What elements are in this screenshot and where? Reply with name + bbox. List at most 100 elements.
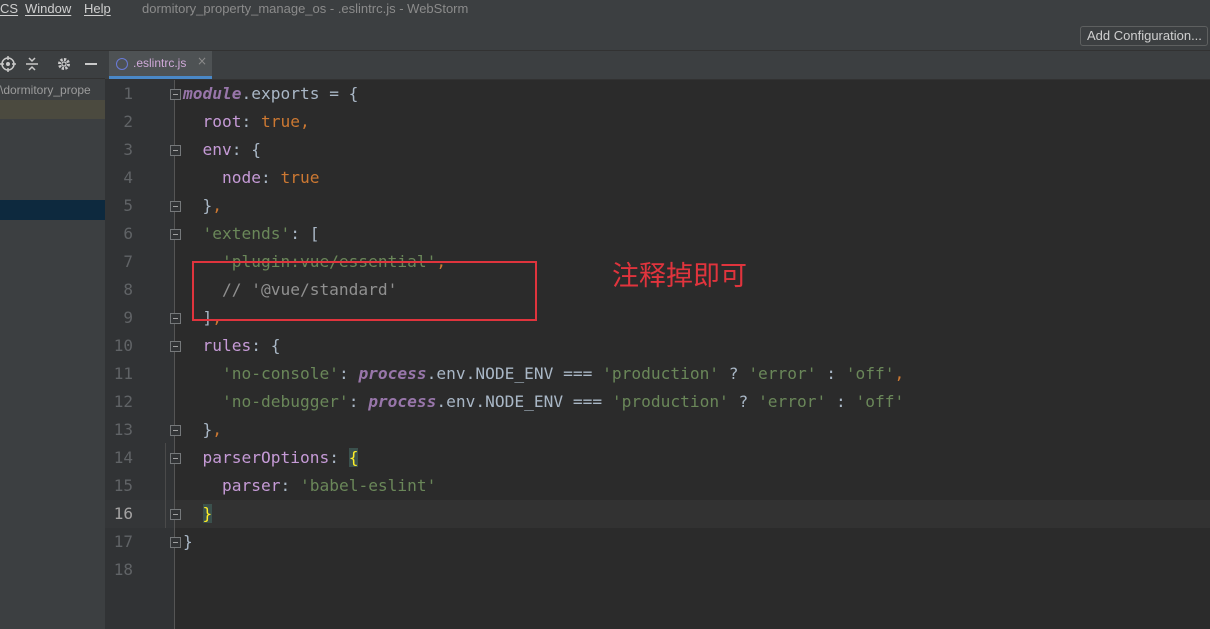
code-token: ,	[212, 196, 222, 215]
code-line[interactable]: }	[183, 528, 193, 556]
fold-toggle-icon[interactable]	[170, 145, 181, 156]
code-token: 'no-console'	[183, 364, 339, 383]
code-token: : {	[231, 140, 261, 159]
tree-item-selected[interactable]	[0, 200, 105, 220]
tab-label: .eslintrc.js	[133, 56, 187, 70]
line-number: 2	[123, 112, 133, 131]
code-token: .env.NODE_ENV ===	[436, 392, 612, 411]
code-line[interactable]: parser: 'babel-eslint'	[183, 472, 436, 500]
code-token: 'babel-eslint'	[299, 476, 437, 495]
main-toolbar: Add Configuration...	[0, 22, 1210, 51]
fold-toggle-icon[interactable]	[170, 341, 181, 352]
code-token: :	[260, 168, 281, 187]
line-number: 5	[123, 196, 133, 215]
code-line[interactable]: env: {	[183, 136, 261, 164]
project-panel: \dormitory_prope	[0, 51, 105, 629]
menu-help[interactable]: Help	[84, 1, 111, 16]
fold-toggle-icon[interactable]	[170, 89, 181, 100]
code-token: }	[183, 196, 213, 215]
annotation-note: 注释掉即可	[612, 261, 747, 292]
target-icon[interactable]	[0, 56, 16, 72]
code-token: ,	[212, 420, 222, 439]
line-number: 6	[123, 224, 133, 243]
line-number: 16	[113, 504, 133, 523]
fold-toggle-icon[interactable]	[170, 313, 181, 324]
code-token: 'off'	[845, 364, 895, 383]
fold-toggle-icon[interactable]	[170, 425, 181, 436]
fold-toggle-icon[interactable]	[170, 537, 181, 548]
code-line[interactable]: 'no-debugger': process.env.NODE_ENV === …	[183, 388, 904, 416]
tree-item-highlighted[interactable]	[0, 100, 105, 119]
window-title: dormitory_property_manage_os - .eslintrc…	[142, 1, 469, 16]
code-token: .exports = {	[241, 84, 359, 103]
code-token: root	[183, 112, 242, 131]
code-line[interactable]: },	[183, 192, 222, 220]
code-token: ,	[299, 112, 310, 131]
code-token: 'error'	[758, 392, 827, 411]
editor-tab-bar: .eslintrc.js ×	[105, 51, 1210, 80]
project-path-label[interactable]: \dormitory_prope	[0, 81, 105, 99]
line-number: 3	[123, 140, 133, 159]
code-token: .env.NODE_ENV ===	[426, 364, 603, 383]
code-token: rules	[183, 336, 252, 355]
code-token: ?	[728, 392, 759, 411]
code-line[interactable]: 'extends': [	[183, 220, 319, 248]
fold-toggle-icon[interactable]	[170, 229, 181, 240]
code-token: 'error'	[748, 364, 817, 383]
code-token: module	[183, 84, 242, 103]
line-number: 18	[113, 560, 133, 579]
annotation-box	[192, 261, 537, 321]
code-token: true	[280, 168, 320, 187]
code-token: ,	[894, 364, 905, 383]
code-token: :	[338, 364, 359, 383]
gear-icon[interactable]	[56, 56, 72, 72]
close-icon[interactable]: ×	[197, 54, 207, 68]
code-line[interactable]: root: true,	[183, 108, 310, 136]
line-number: 17	[113, 532, 133, 551]
code-line[interactable]: module.exports = {	[183, 80, 358, 108]
code-token: 'extends'	[183, 224, 291, 243]
line-number: 10	[113, 336, 133, 355]
code-token: :	[826, 392, 856, 411]
tab-eslintrc[interactable]: .eslintrc.js ×	[109, 51, 212, 79]
code-token: process	[358, 364, 427, 383]
minimize-icon[interactable]	[83, 56, 99, 72]
code-token: }	[183, 420, 213, 439]
code-line[interactable]: rules: {	[183, 332, 280, 360]
collapse-icon[interactable]	[24, 56, 40, 72]
code-line[interactable]: },	[183, 416, 222, 444]
js-file-icon	[116, 58, 128, 70]
code-line[interactable]: parserOptions: {	[183, 444, 359, 472]
code-token: ?	[719, 364, 749, 383]
line-number: 11	[113, 364, 133, 383]
code-token: parser	[183, 476, 281, 495]
code-token: 'off'	[855, 392, 905, 411]
change-marker	[165, 443, 166, 528]
line-number: 14	[113, 448, 133, 467]
line-number: 4	[123, 168, 133, 187]
fold-toggle-icon[interactable]	[170, 201, 181, 212]
current-line-highlight	[105, 500, 1210, 528]
add-configuration-button[interactable]: Add Configuration...	[1080, 26, 1208, 46]
code-token: }	[202, 504, 213, 523]
title-bar: CS Window Help dormitory_property_manage…	[0, 0, 1210, 22]
code-token: true	[260, 112, 300, 131]
menu-window[interactable]: Window	[25, 1, 71, 16]
code-line[interactable]: }	[183, 500, 213, 528]
line-number: 1	[123, 84, 133, 103]
fold-toggle-icon[interactable]	[170, 509, 181, 520]
line-number: 9	[123, 308, 133, 327]
code-token: :	[329, 448, 349, 467]
line-number: 8	[123, 280, 133, 299]
code-token: process	[368, 392, 437, 411]
project-panel-toolbar	[0, 51, 105, 79]
code-line[interactable]: node: true	[183, 164, 319, 192]
code-token: node	[183, 168, 261, 187]
line-number: 7	[123, 252, 133, 271]
menu-vcs[interactable]: CS	[0, 1, 18, 16]
code-token: :	[280, 476, 300, 495]
fold-toggle-icon[interactable]	[170, 453, 181, 464]
line-number: 13	[113, 420, 133, 439]
code-line[interactable]: 'no-console': process.env.NODE_ENV === '…	[183, 360, 904, 388]
